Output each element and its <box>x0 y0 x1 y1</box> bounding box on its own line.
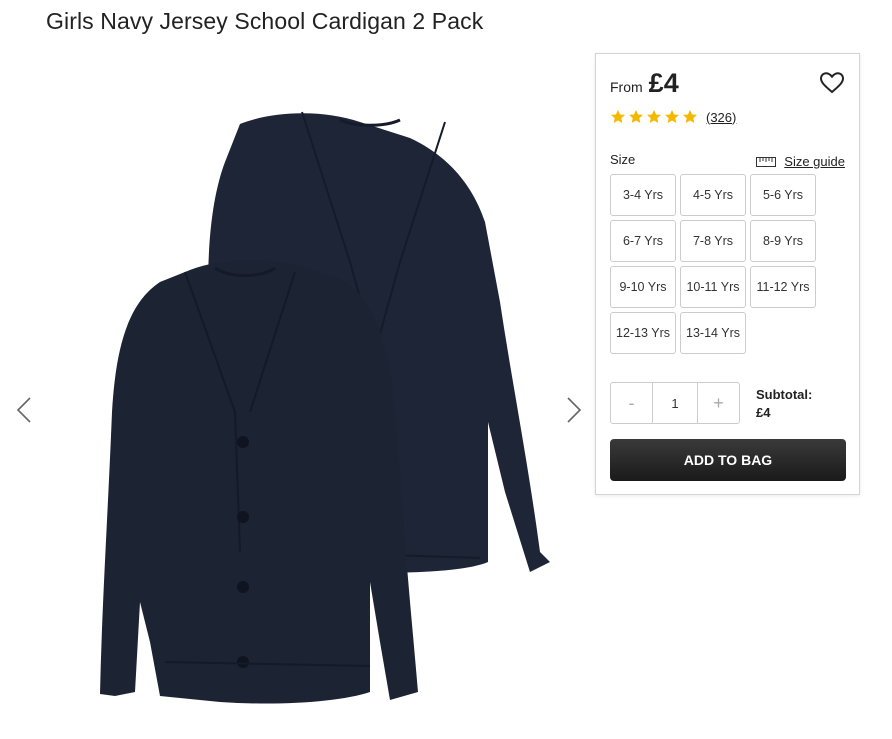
quantity-decrease-button[interactable]: - <box>611 383 652 423</box>
star-icon <box>647 110 661 123</box>
size-label: Size <box>610 152 636 167</box>
size-option-button[interactable]: 10-11 Yrs <box>680 266 746 308</box>
chevron-left-icon <box>16 397 31 423</box>
quantity-increase-button[interactable]: + <box>698 383 739 423</box>
product-gallery <box>0 60 590 739</box>
subtotal-label: Subtotal: <box>756 387 813 402</box>
review-count-link[interactable]: (326) <box>706 110 736 125</box>
ruler-icon <box>756 156 777 167</box>
size-option-button[interactable]: 7-8 Yrs <box>680 220 746 262</box>
size-option-button[interactable]: 5-6 Yrs <box>750 174 816 216</box>
size-option-button[interactable]: 6-7 Yrs <box>610 220 676 262</box>
star-icon <box>665 110 679 123</box>
size-guide-label: Size guide <box>784 154 845 169</box>
wishlist-button[interactable] <box>819 70 845 96</box>
buy-panel: From £4 (326) Size Size guide 3-4 Yrs 4-… <box>595 53 860 495</box>
star-icon <box>611 110 625 123</box>
subtotal: Subtotal: £4 <box>756 386 812 422</box>
quantity-input[interactable] <box>652 383 698 423</box>
rating-row: (326) <box>610 109 736 125</box>
size-option-button[interactable]: 12-13 Yrs <box>610 312 676 354</box>
quantity-stepper: - + <box>610 382 740 424</box>
size-option-button[interactable]: 4-5 Yrs <box>680 174 746 216</box>
size-options: 3-4 Yrs 4-5 Yrs 5-6 Yrs 6-7 Yrs 7-8 Yrs 8-9 Y… <box>610 174 820 354</box>
product-title: Girls Navy Jersey School Cardigan 2 Pack <box>46 8 484 34</box>
navy-cardigan-image <box>100 111 550 704</box>
star-icon <box>629 110 643 123</box>
size-option-button[interactable]: 3-4 Yrs <box>610 174 676 216</box>
add-to-bag-button[interactable]: ADD TO BAG <box>610 439 846 481</box>
price-value: £4 <box>648 68 679 98</box>
size-option-button[interactable]: 13-14 Yrs <box>680 312 746 354</box>
chevron-right-icon <box>567 397 582 423</box>
subtotal-value: £4 <box>756 405 771 420</box>
star-icon <box>683 110 697 123</box>
gallery-next-button[interactable] <box>562 390 586 430</box>
gallery-prev-button[interactable] <box>12 390 36 430</box>
size-option-button[interactable]: 9-10 Yrs <box>610 266 676 308</box>
size-option-button[interactable]: 11-12 Yrs <box>750 266 816 308</box>
star-rating <box>610 109 700 125</box>
product-page: Girls Navy Jersey School Cardigan 2 Pack <box>0 0 892 739</box>
price-row: From £4 <box>610 68 679 99</box>
front-cardigan <box>100 259 418 704</box>
size-guide-link[interactable]: Size guide <box>756 154 845 169</box>
size-option-button[interactable]: 8-9 Yrs <box>750 220 816 262</box>
price-from-label: From <box>610 79 643 95</box>
heart-icon <box>819 72 845 94</box>
